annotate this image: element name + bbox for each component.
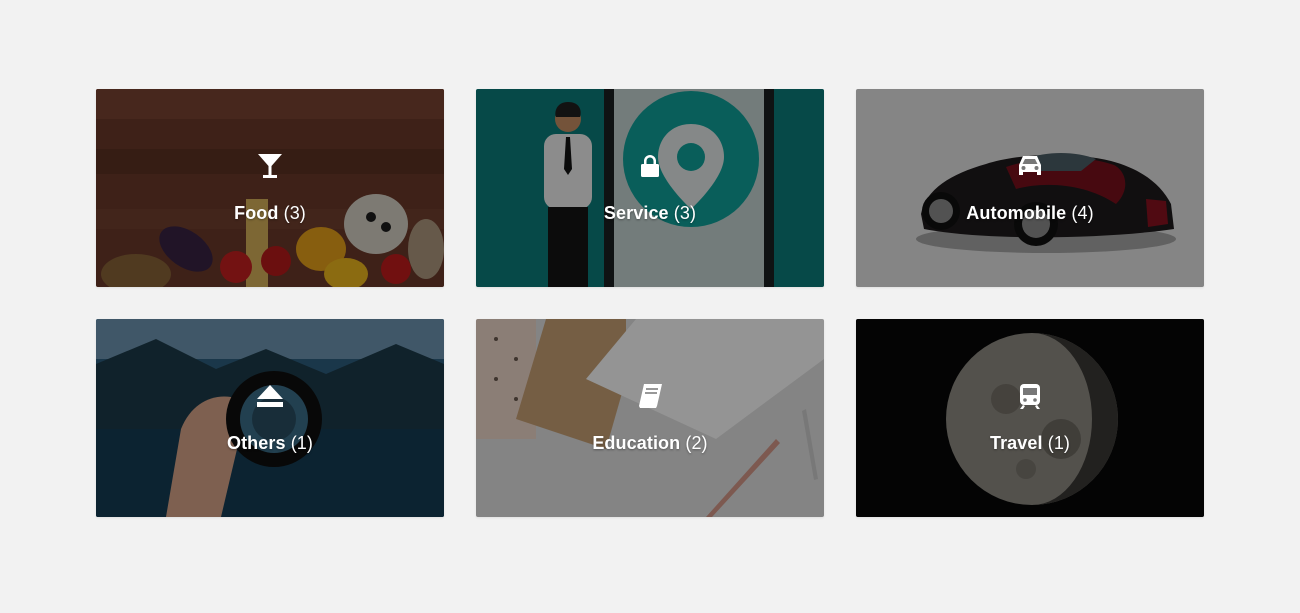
category-label: Food (3) [234, 203, 306, 224]
category-name: Service [603, 203, 669, 223]
category-count: (2) [685, 433, 708, 453]
category-card-food[interactable]: Food (3) [96, 89, 444, 287]
category-name: Food [234, 203, 279, 223]
category-card-service[interactable]: Service (3) [476, 89, 824, 287]
eject-icon [255, 381, 285, 411]
category-label: Others (1) [227, 433, 313, 454]
category-name: Education [592, 433, 681, 453]
cocktail-glass-icon [255, 151, 285, 181]
category-name: Others [226, 433, 286, 453]
book-icon [635, 381, 665, 411]
category-name: Automobile [966, 203, 1067, 223]
train-icon [1015, 381, 1045, 411]
category-card-others[interactable]: Others (1) [96, 319, 444, 517]
category-label: Automobile (4) [966, 203, 1093, 224]
category-label: Travel (1) [990, 433, 1070, 454]
category-label: Service (3) [604, 203, 696, 224]
category-card-education[interactable]: Education (2) [476, 319, 824, 517]
category-card-automobile[interactable]: Automobile (4) [856, 89, 1204, 287]
lock-icon [635, 151, 665, 181]
category-count: (1) [1047, 433, 1071, 453]
category-grid: Food (3) Service (3) Automobile (4) Othe… [96, 89, 1204, 517]
category-card-travel[interactable]: Travel (1) [856, 319, 1204, 517]
category-count: (3) [673, 203, 697, 223]
category-name: Travel [989, 433, 1043, 453]
category-count: (1) [290, 433, 314, 453]
category-count: (4) [1071, 203, 1094, 223]
category-label: Education (2) [592, 433, 707, 454]
car-icon [1015, 151, 1045, 181]
category-count: (3) [283, 203, 306, 223]
